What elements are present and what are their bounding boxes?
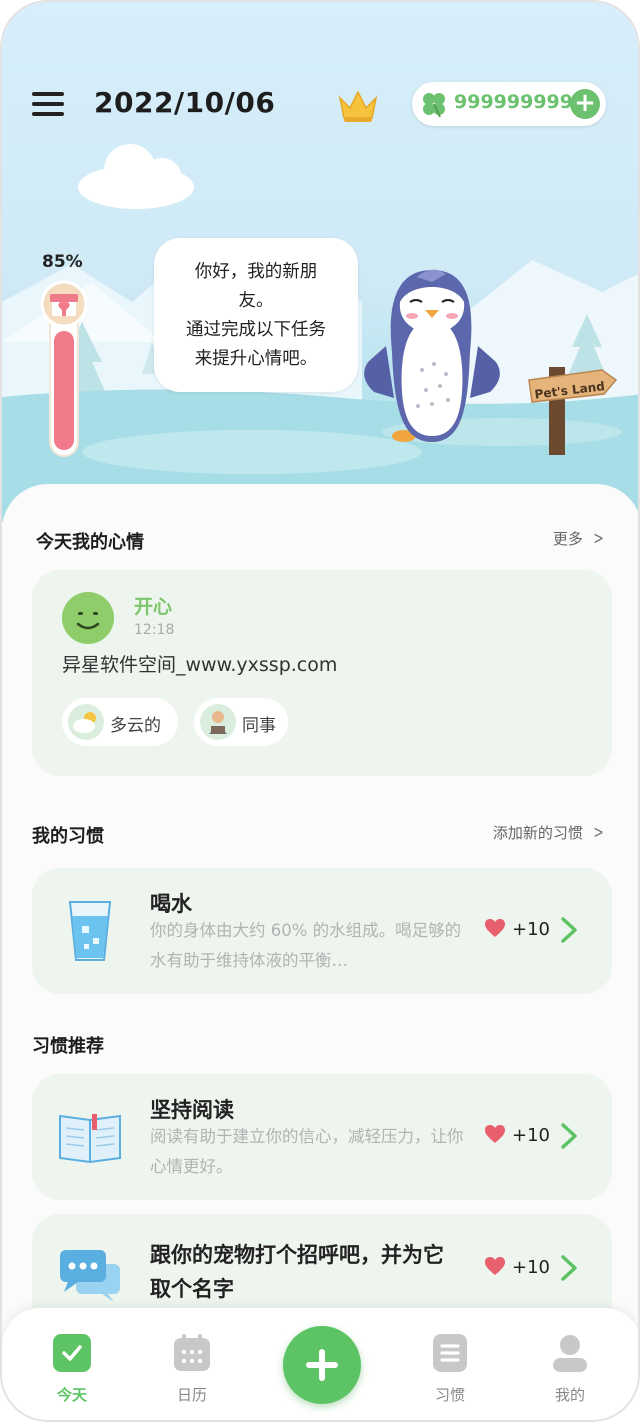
tab-today[interactable]: 今天	[22, 1308, 122, 1420]
habits-section-title: 我的习惯	[32, 826, 104, 847]
tab-label: 日历	[176, 1386, 207, 1404]
reward-value: +10	[512, 1257, 550, 1278]
profile-icon	[553, 1335, 587, 1372]
reward-value: +10	[512, 919, 550, 940]
mood-more-link[interactable]: 更多 >	[553, 528, 606, 549]
tab-label: 今天	[56, 1386, 87, 1404]
mood-gauge-fill	[54, 331, 74, 450]
people-tag[interactable]: 同事	[194, 698, 288, 746]
people-tag-label: 同事	[242, 716, 276, 736]
coworker-avatar-icon	[200, 704, 236, 740]
chevron-right-icon: >	[593, 822, 604, 843]
mood-percent: 85%	[42, 252, 83, 272]
crown-icon[interactable]	[336, 88, 380, 124]
heart-icon	[485, 1125, 505, 1143]
add-habit-label: 添加新的习惯	[492, 824, 583, 842]
habit-description: 你的身体由大约 60% 的水组成。喝足够的水有助于维持体液的平衡…	[150, 921, 462, 970]
tab-habits[interactable]: 习惯	[400, 1308, 500, 1420]
pet-scene: Pet's Land 2022/10/06 999999999 + 85% 你好…	[2, 2, 638, 522]
tab-profile[interactable]: 我的	[520, 1308, 620, 1420]
happy-face-icon	[62, 592, 114, 644]
tab-calendar[interactable]: 日历	[142, 1308, 242, 1420]
calendar-icon	[174, 1334, 210, 1371]
mood-gauge	[40, 280, 88, 457]
tab-label: 习惯	[434, 1386, 465, 1404]
heart-icon	[485, 919, 505, 937]
cloud-icon	[78, 144, 194, 209]
clover-balance[interactable]: 999999999 +	[412, 82, 606, 126]
main-content: 今天我的心情 更多 > 开心 12:18 异星软件空间_www.yxssp.com…	[2, 484, 638, 1420]
clover-icon	[423, 93, 445, 118]
recommend-section-title: 习惯推荐	[32, 1036, 104, 1057]
weather-tag-label: 多云的	[110, 716, 161, 736]
water-glass-icon	[68, 901, 112, 961]
list-icon	[433, 1334, 467, 1372]
app-screen: Pet's Land 2022/10/06 999999999 + 85% 你好…	[0, 0, 640, 1422]
mood-note: 异星软件空间_www.yxssp.com	[62, 654, 338, 676]
habit-reward: +10	[484, 918, 550, 940]
current-date: 2022/10/06	[94, 86, 276, 119]
habit-reward: +10	[484, 1256, 550, 1278]
habit-name: 跟你的宠物打个招呼吧，并为它取个名字	[150, 1243, 444, 1301]
chevron-right-icon: >	[593, 528, 604, 549]
chevron-right-icon[interactable]	[558, 1254, 580, 1282]
hamburger-menu-icon[interactable]	[32, 92, 64, 116]
clover-count: 999999999	[454, 91, 573, 113]
weather-tag[interactable]: 多云的	[62, 698, 178, 746]
open-book-icon	[59, 1114, 121, 1164]
chat-bubbles-icon	[60, 1250, 120, 1302]
habit-name: 喝水	[150, 892, 192, 916]
add-button[interactable]	[283, 1326, 361, 1404]
chevron-right-icon[interactable]	[558, 916, 580, 944]
tab-label: 我的	[554, 1386, 585, 1404]
chevron-right-icon[interactable]	[558, 1122, 580, 1150]
mood-label: 开心	[134, 596, 173, 618]
habit-description: 阅读有助于建立你的信心，减轻压力，让你心情更好。	[150, 1127, 464, 1176]
pet-speech-bubble: 你好，我的新朋 友。 通过完成以下任务 来提升心情吧。	[154, 238, 358, 392]
add-clover-button[interactable]: +	[570, 89, 600, 119]
habit-card-reading[interactable]: 坚持阅读 阅读有助于建立你的信心，减轻压力，让你心情更好。 +10	[32, 1074, 612, 1200]
habit-name: 坚持阅读	[150, 1098, 234, 1122]
mood-time: 12:18	[134, 622, 175, 638]
top-bar: 2022/10/06 999999999 +	[2, 74, 638, 138]
habit-reward: +10	[484, 1124, 550, 1146]
add-habit-link[interactable]: 添加新的习惯 >	[493, 822, 606, 843]
more-label: 更多	[552, 530, 583, 548]
check-square-icon	[53, 1334, 91, 1372]
mood-entry-card[interactable]: 开心 12:18 异星软件空间_www.yxssp.com 多云的 同事	[32, 570, 612, 776]
gift-icon	[50, 294, 78, 316]
reward-value: +10	[512, 1125, 550, 1146]
habit-card-water[interactable]: 喝水 你的身体由大约 60% 的水组成。喝足够的水有助于维持体液的平衡… +10	[32, 868, 612, 994]
mood-section-title: 今天我的心情	[36, 532, 144, 553]
heart-icon	[485, 1257, 505, 1275]
speech-text: 你好，我的新朋 友。 通过完成以下任务 来提升心情吧。	[186, 262, 326, 369]
cloudy-weather-icon	[68, 704, 104, 740]
